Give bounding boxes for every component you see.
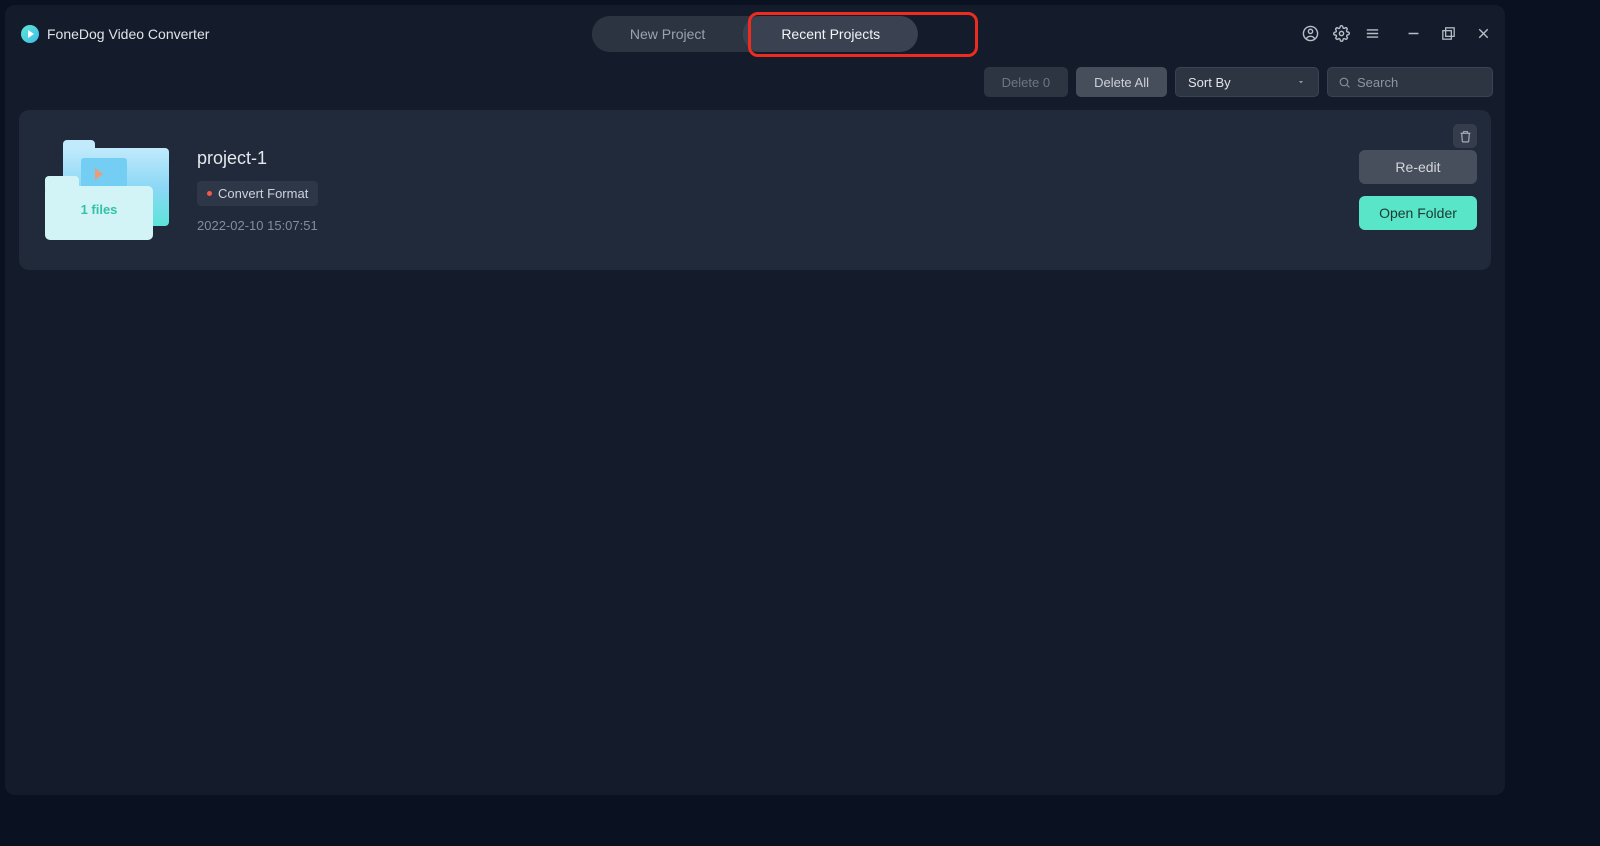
menu-icon[interactable] — [1362, 24, 1382, 44]
open-folder-button[interactable]: Open Folder — [1359, 196, 1477, 230]
account-icon[interactable] — [1300, 24, 1320, 44]
tab-new-project[interactable]: New Project — [592, 16, 743, 52]
sort-by-label: Sort By — [1188, 75, 1231, 90]
main-tabs: New Project Recent Projects — [592, 16, 918, 52]
app-title: FoneDog Video Converter — [47, 26, 209, 42]
card-actions: Re-edit Open Folder — [1359, 150, 1477, 230]
delete-all-button[interactable]: Delete All — [1076, 67, 1167, 97]
delete-selected-button[interactable]: Delete 0 — [984, 67, 1068, 97]
project-name: project-1 — [197, 148, 318, 169]
minimize-icon[interactable] — [1403, 24, 1423, 44]
reedit-button[interactable]: Re-edit — [1359, 150, 1477, 184]
trash-icon — [1459, 130, 1472, 143]
tab-recent-projects[interactable]: Recent Projects — [743, 16, 918, 52]
sort-by-dropdown[interactable]: Sort By — [1175, 67, 1319, 97]
titlebar: FoneDog Video Converter New Project Rece… — [5, 5, 1505, 62]
app-logo: FoneDog Video Converter — [21, 25, 209, 43]
settings-icon[interactable] — [1331, 24, 1351, 44]
chevron-down-icon — [1296, 77, 1306, 87]
toolbar: Delete 0 Delete All Sort By — [5, 62, 1505, 102]
project-tag-label: Convert Format — [218, 186, 308, 201]
folder-file-count: 1 files — [45, 202, 153, 217]
main-window: FoneDog Video Converter New Project Rece… — [5, 5, 1505, 795]
delete-project-button[interactable] — [1453, 124, 1477, 148]
project-tag: Convert Format — [197, 181, 318, 206]
search-icon — [1338, 75, 1351, 90]
content-area: 1 files project-1 Convert Format 2022-02… — [5, 102, 1505, 278]
maximize-icon[interactable] — [1438, 24, 1458, 44]
search-input[interactable] — [1357, 75, 1482, 90]
window-controls — [1403, 24, 1493, 44]
logo-icon — [21, 25, 39, 43]
status-dot-icon — [207, 191, 212, 196]
project-date: 2022-02-10 15:07:51 — [197, 218, 318, 233]
search-box[interactable] — [1327, 67, 1493, 97]
close-icon[interactable] — [1473, 24, 1493, 44]
topright-controls — [1300, 24, 1493, 44]
folder-graphic: 1 files — [43, 140, 173, 240]
project-info: project-1 Convert Format 2022-02-10 15:0… — [197, 148, 318, 233]
project-card: 1 files project-1 Convert Format 2022-02… — [19, 110, 1491, 270]
